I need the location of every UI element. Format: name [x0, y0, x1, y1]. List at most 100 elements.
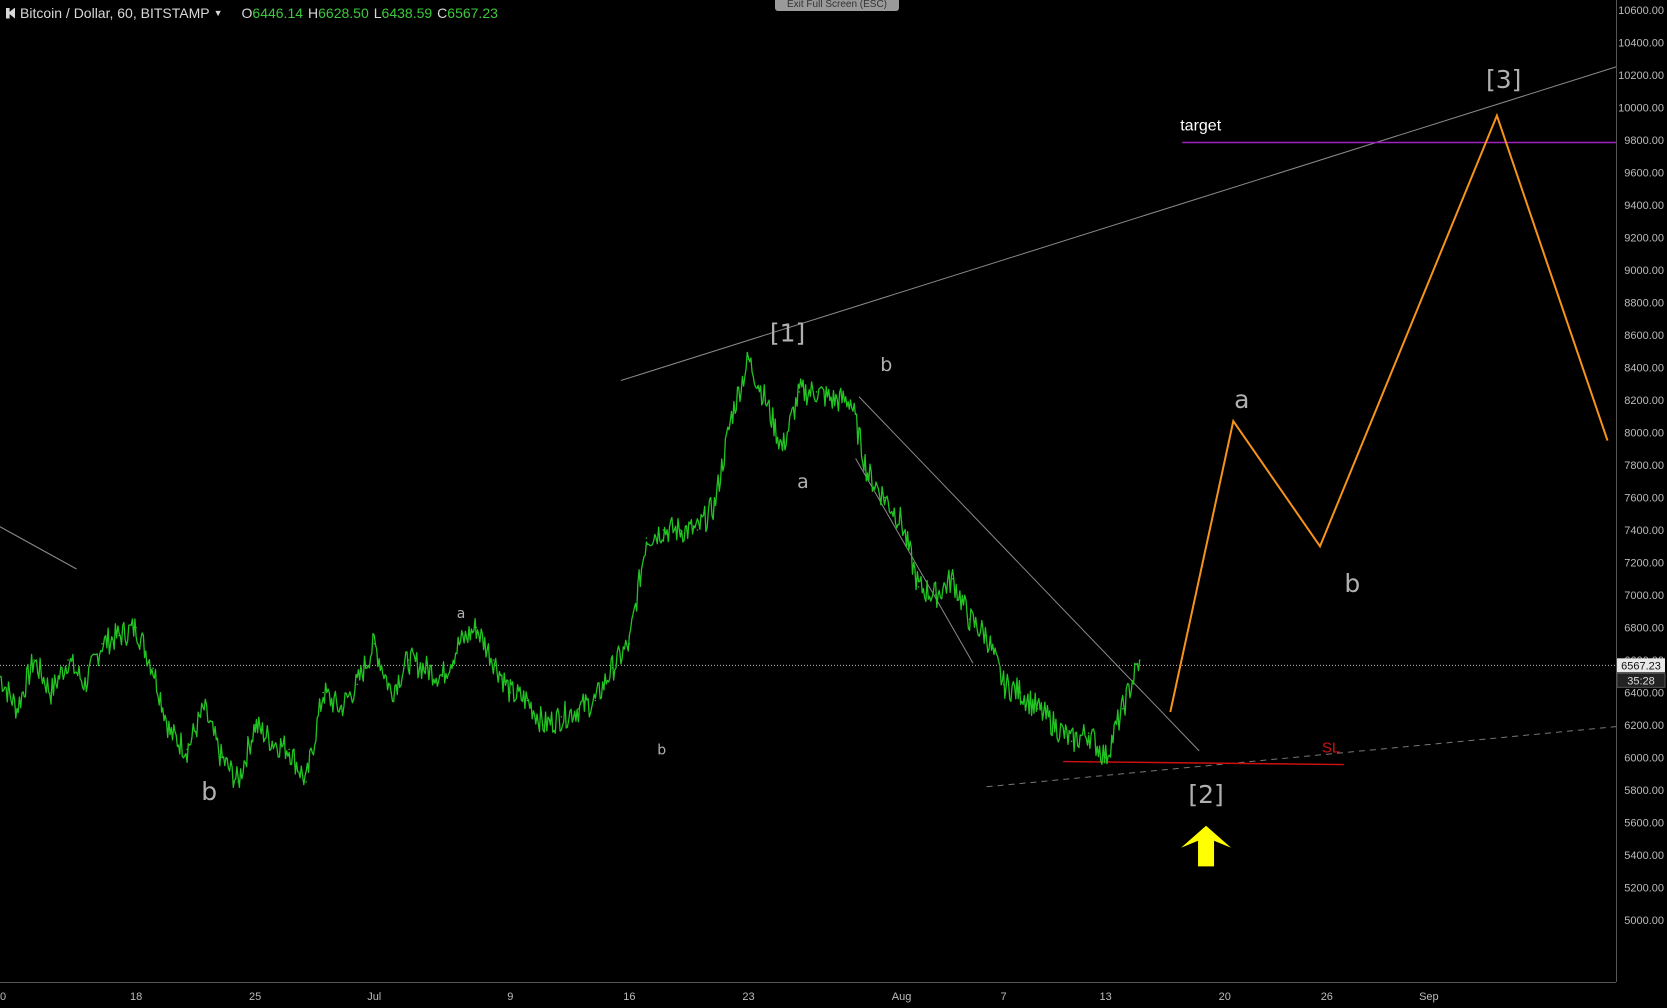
- price-point: [458, 642, 461, 645]
- price-point: [611, 667, 614, 669]
- price-point: [1036, 707, 1039, 710]
- price-tick-label: 6000.00: [1624, 753, 1664, 765]
- price-point: [84, 683, 86, 686]
- price-tick-label: 8000.00: [1624, 428, 1664, 440]
- ohlc-close-key: C: [437, 5, 448, 21]
- exit-fullscreen-button[interactable]: Exit Full Screen (ESC): [775, 0, 899, 11]
- price-point: [679, 529, 682, 531]
- time-tick-label: Aug: [892, 991, 912, 1003]
- price-point: [441, 675, 444, 678]
- price-point: [254, 724, 256, 726]
- price-tick-label: 6200.00: [1624, 720, 1664, 732]
- ohlc-low-value: 6438.59: [381, 5, 433, 21]
- time-tick-label: 00: [0, 991, 6, 1003]
- wave-label-2: [2]: [1188, 780, 1223, 809]
- price-point: [934, 594, 937, 596]
- wave-label-b: b: [1344, 569, 1360, 598]
- price-series-line[interactable]: [0, 351, 1141, 789]
- price-point: [152, 667, 154, 669]
- price-point: [1002, 683, 1005, 686]
- price-point: [815, 391, 818, 393]
- price-point: [883, 496, 886, 499]
- wave-label-b: b: [657, 742, 666, 758]
- drawing-layer: target SL: [0, 66, 1617, 867]
- time-tick-label: 25: [249, 991, 261, 1003]
- price-point: [747, 358, 750, 361]
- target-label: target: [1180, 117, 1221, 134]
- price-point: [101, 642, 103, 645]
- price-point: [594, 699, 597, 702]
- price-point: [339, 707, 342, 710]
- price-point: [373, 642, 376, 645]
- price-point: [628, 642, 631, 645]
- price-point: [322, 691, 325, 694]
- price-point: [1104, 756, 1107, 759]
- price-point: [900, 521, 903, 523]
- price-chart[interactable]: target SL b a b [1] b a [2] a b [3] 10600.00 10400.…: [0, 0, 1667, 1008]
- trendline-descending-resistance[interactable]: [858, 396, 1200, 752]
- price-point: [849, 399, 852, 401]
- symbol-title[interactable]: Bitcoin / Dollar, 60, BITSTAMP: [20, 5, 210, 21]
- price-point: [832, 399, 835, 401]
- price-point: [917, 586, 920, 588]
- price-point: [526, 699, 529, 702]
- price-point: [67, 659, 69, 661]
- price-tick-label: 9400.00: [1624, 200, 1664, 212]
- price-tick-label: 9600.00: [1624, 168, 1664, 180]
- ohlc-high-key: H: [308, 5, 319, 21]
- time-tick-label: 16: [623, 991, 635, 1003]
- price-point: [220, 756, 222, 759]
- price-series-layer: [0, 351, 1141, 789]
- chevron-down-icon[interactable]: ▼: [214, 8, 223, 18]
- time-tick-label: 7: [1001, 991, 1007, 1003]
- price-point: [1053, 724, 1056, 726]
- price-tick-label: 8600.00: [1624, 330, 1664, 342]
- price-point: [798, 391, 801, 393]
- price-tick-label: 5800.00: [1624, 785, 1664, 797]
- price-tick-label: 10200.00: [1618, 70, 1664, 82]
- wave-labels-layer: b a b [1] b a [2] a b [3]: [201, 65, 1521, 809]
- price-point: [288, 748, 290, 751]
- price-point: [560, 716, 563, 718]
- ohlc-low-key: L: [373, 5, 382, 21]
- price-tick-label: 10600.00: [1618, 5, 1664, 17]
- price-tick-label: 9800.00: [1624, 135, 1664, 147]
- price-point: [866, 472, 869, 474]
- bar-countdown: 35:28: [1627, 675, 1655, 687]
- price-tick-label: 8800.00: [1624, 298, 1664, 310]
- price-point: [424, 667, 427, 669]
- price-tick-label: 7400.00: [1624, 525, 1664, 537]
- time-tick-label: 23: [742, 991, 754, 1003]
- price-tick-label: 5200.00: [1624, 883, 1664, 895]
- price-point: [16, 707, 18, 710]
- price-tick-label: 5000.00: [1624, 915, 1664, 927]
- price-point: [509, 691, 512, 694]
- stop-loss-line[interactable]: [1063, 760, 1344, 766]
- price-tick-label: 5400.00: [1624, 850, 1664, 862]
- price-point: [662, 529, 665, 531]
- price-point: [1019, 691, 1022, 694]
- time-tick-label: Sep: [1419, 991, 1439, 1003]
- price-point: [492, 659, 495, 661]
- time-tick-label: 26: [1321, 991, 1333, 1003]
- price-point: [475, 626, 478, 629]
- time-axis-bg: [0, 982, 1616, 1008]
- price-tick-label: 7000.00: [1624, 590, 1664, 602]
- ohlc-high-value: 6628.50: [318, 5, 369, 21]
- up-arrow-icon[interactable]: [1181, 825, 1232, 867]
- price-point: [968, 618, 971, 621]
- price-point: [781, 447, 784, 450]
- price-point: [271, 740, 273, 743]
- time-tick-label: Jul: [367, 991, 381, 1003]
- chart-header: Bitcoin / Dollar, 60, BITSTAMP ▼ O 6446.…: [6, 5, 498, 21]
- price-tick-label: 6800.00: [1624, 623, 1664, 635]
- price-tick-label: 10000.00: [1618, 103, 1664, 115]
- price-point: [543, 724, 546, 726]
- price-point: [203, 707, 205, 710]
- wave-label-b: b: [880, 354, 892, 376]
- trendline-left-decline[interactable]: [0, 526, 77, 570]
- price-tick-label: 7600.00: [1624, 493, 1664, 505]
- wave-label-a: a: [797, 471, 809, 493]
- price-point: [1138, 659, 1141, 661]
- price-point: [1087, 732, 1090, 734]
